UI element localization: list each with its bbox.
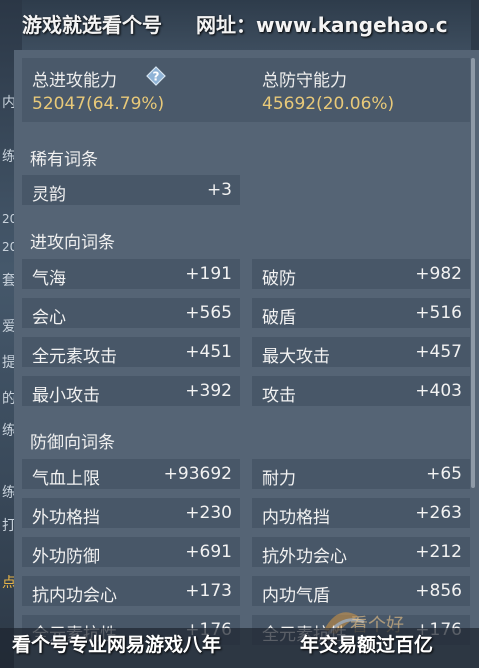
total-attack-label: 总进攻能力 bbox=[32, 71, 117, 91]
stat-value: +93692 bbox=[163, 464, 232, 484]
stat-value: +263 bbox=[415, 503, 462, 523]
stat-row: 灵韵 +3 bbox=[22, 175, 240, 205]
stat-name: 全元素攻击 bbox=[32, 347, 117, 367]
scrollbar-thumb[interactable] bbox=[471, 58, 475, 488]
svg-text:?: ? bbox=[153, 70, 160, 84]
stat-value: +191 bbox=[185, 264, 232, 284]
stat-row: 抗内功会心 +173 bbox=[22, 576, 240, 606]
section-title-rare: 稀有词条 bbox=[30, 150, 98, 170]
stat-value: +856 bbox=[415, 581, 462, 601]
stat-row: 耐力 +65 bbox=[252, 459, 470, 489]
bottom-watermark-banner: 看个号专业网易游戏八年 年交易额过百亿 bbox=[0, 628, 479, 668]
stat-name: 气血上限 bbox=[32, 469, 100, 489]
watermark-bottom-left: 看个号专业网易游戏八年 bbox=[12, 634, 222, 656]
stat-value: +65 bbox=[426, 464, 462, 484]
watermark-top-left: 易游戏就选看个号 bbox=[2, 13, 162, 37]
stat-row: 内功格挡 +263 bbox=[252, 498, 470, 528]
stat-value: +3 bbox=[206, 180, 232, 200]
stat-name: 会心 bbox=[32, 308, 66, 328]
stat-row: 全元素攻击 +451 bbox=[22, 337, 240, 367]
stat-value: +982 bbox=[415, 264, 462, 284]
stat-row: 最小攻击 +392 bbox=[22, 376, 240, 406]
stat-row: 抗外功会心 +212 bbox=[252, 537, 470, 567]
total-defense-value: 45692(20.06%) bbox=[262, 94, 395, 114]
stat-row: 破盾 +516 bbox=[252, 298, 470, 328]
stat-name: 破盾 bbox=[262, 308, 296, 328]
stat-row: 外功防御 +691 bbox=[22, 537, 240, 567]
stat-value: +173 bbox=[185, 581, 232, 601]
stat-value: +212 bbox=[415, 542, 462, 562]
stat-name: 抗外功会心 bbox=[262, 547, 347, 567]
stat-row: 会心 +565 bbox=[22, 298, 240, 328]
stat-value: +403 bbox=[415, 381, 462, 401]
stat-name: 抗内功会心 bbox=[32, 586, 117, 606]
total-attack-value: 52047(64.79%) bbox=[32, 94, 165, 114]
stat-value: +392 bbox=[185, 381, 232, 401]
stat-value: +457 bbox=[415, 342, 462, 362]
total-defense-label: 总防守能力 bbox=[262, 71, 347, 91]
section-title-attack: 进攻向词条 bbox=[30, 233, 115, 253]
stat-name: 灵韵 bbox=[32, 185, 66, 205]
help-diamond-icon[interactable]: ? bbox=[146, 66, 166, 86]
stat-name: 最小攻击 bbox=[32, 386, 100, 406]
stat-name: 外功格挡 bbox=[32, 508, 100, 528]
stat-value: +451 bbox=[185, 342, 232, 362]
stat-name: 气海 bbox=[32, 269, 66, 289]
stat-value: +516 bbox=[415, 303, 462, 323]
stat-name: 最大攻击 bbox=[262, 347, 330, 367]
section-title-defense: 防御向词条 bbox=[30, 433, 115, 453]
stat-row: 破防 +982 bbox=[252, 259, 470, 289]
stat-row: 气海 +191 bbox=[22, 259, 240, 289]
stat-row: 攻击 +403 bbox=[252, 376, 470, 406]
stat-row: 外功格挡 +230 bbox=[22, 498, 240, 528]
stat-name: 破防 bbox=[262, 269, 296, 289]
stat-name: 耐力 bbox=[262, 469, 296, 489]
top-watermark-banner: 易游戏就选看个号 网址：www.kangehao.c bbox=[0, 0, 479, 50]
stat-value: +565 bbox=[185, 303, 232, 323]
watermark-top-right: 网址：www.kangehao.c bbox=[196, 13, 448, 37]
stat-name: 内功格挡 bbox=[262, 508, 330, 528]
stat-row: 气血上限 +93692 bbox=[22, 459, 240, 489]
stat-row: 最大攻击 +457 bbox=[252, 337, 470, 367]
stat-name: 攻击 bbox=[262, 386, 296, 406]
stat-value: +230 bbox=[185, 503, 232, 523]
stat-name: 外功防御 bbox=[32, 547, 100, 567]
watermark-bottom-right: 年交易额过百亿 bbox=[300, 634, 434, 656]
stat-value: +691 bbox=[185, 542, 232, 562]
